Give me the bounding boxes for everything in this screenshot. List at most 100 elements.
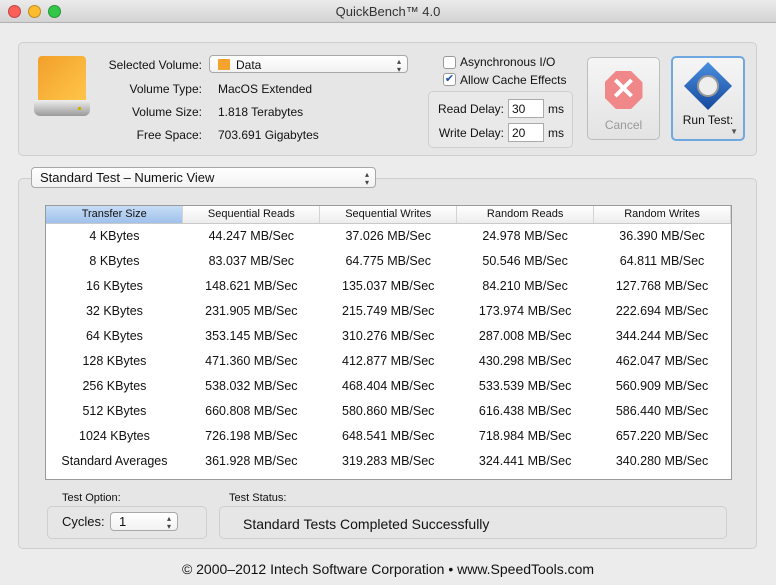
table-cell: 127.768 MB/Sec [615,278,709,293]
table-cell: 50.546 MB/Sec [482,253,568,268]
table-cell: 148.621 MB/Sec [205,278,298,293]
table-row[interactable]: 1024 KBytes 726.198 MB/Sec 648.541 MB/Sec 7… [46,423,731,448]
table-cell: 462.047 MB/Sec [615,353,709,368]
table-cell: 83.037 MB/Sec [208,253,295,268]
volume-type-label: Volume Type: [129,82,203,96]
table-cell: 8 KBytes [89,253,140,268]
volume-type-value: MacOS Extended [218,82,313,96]
write-delay-unit: ms [548,126,564,140]
zoom-button[interactable] [48,5,61,18]
table-cell: Standard Averages [61,453,168,468]
cycles-select[interactable]: 1 ▴ ▾ [110,512,178,531]
table-cell: 222.694 MB/Sec [615,303,709,318]
table-cell: 468.404 MB/Sec [342,378,435,393]
table-cell: 324.441 MB/Sec [478,453,572,468]
title-bar: QuickBench™ 4.0 [0,0,776,23]
updown-arrows-icon: ▴ ▾ [166,514,171,531]
close-button[interactable] [8,5,21,18]
table-cell: 1024 KBytes [79,428,150,443]
table-cell: 32 KBytes [85,303,143,318]
table-cell: 657.220 MB/Sec [615,428,709,443]
table-row[interactable]: 16 KBytes 148.621 MB/Sec 135.037 MB/Sec 84.… [46,273,731,298]
column-header[interactable]: Transfer Size [46,206,184,224]
async-io-checkbox[interactable] [443,56,456,69]
table-cell: 471.360 MB/Sec [205,353,298,368]
read-delay-unit: ms [548,102,564,116]
table-cell: 648.541 MB/Sec [342,428,435,443]
table-cell: 361.928 MB/Sec [205,453,298,468]
volume-size-value: 1.818 Terabytes [218,105,304,119]
table-cell: 231.905 MB/Sec [205,303,298,318]
minimize-button[interactable] [28,5,41,18]
table-cell: 340.280 MB/Sec [615,453,709,468]
column-header[interactable]: Random Writes [593,206,731,224]
drive-icon [34,56,90,118]
volume-select[interactable]: Data ▴ ▾ [209,55,408,74]
volume-select-value: Data [236,58,262,72]
table-cell: 538.032 MB/Sec [205,378,298,393]
results-table: Transfer Size Sequential Reads Sequential … [45,205,732,480]
table-cell: 353.145 MB/Sec [205,328,298,343]
table-row[interactable]: 128 KBytes 471.360 MB/Sec 412.877 MB/Sec 43… [46,348,731,373]
cache-effects-label: Allow Cache Effects [460,73,567,87]
table-row[interactable]: 8 KBytes 83.037 MB/Sec 64.775 MB/Sec 50.546… [46,248,731,273]
table-cell: 660.808 MB/Sec [205,403,298,418]
volume-size-label: Volume Size: [131,105,202,119]
table-cell: 215.749 MB/Sec [342,303,435,318]
table-row[interactable]: 32 KBytes 231.905 MB/Sec 215.749 MB/Sec 173… [46,298,731,323]
table-cell: 512 KBytes [82,403,147,418]
table-cell: 412.877 MB/Sec [342,353,435,368]
updown-arrows-icon: ▴ ▾ [364,170,369,187]
updown-arrows-icon: ▴ ▾ [396,57,401,74]
column-header[interactable]: Sequential Writes [319,206,458,224]
test-status-text: Standard Tests Completed Successfully [243,516,490,532]
volume-icon [218,59,230,70]
table-cell: 64.811 MB/Sec [619,253,705,268]
table-cell: 256 KBytes [82,378,147,393]
table-row[interactable]: 512 KBytes 660.808 MB/Sec 580.860 MB/Sec 61… [46,398,731,423]
table-cell: 84.210 MB/Sec [482,278,568,293]
table-cell: 24.978 MB/Sec [482,228,568,243]
table-cell: 726.198 MB/Sec [205,428,298,443]
cache-effects-checkbox[interactable]: ✔ [443,73,456,86]
run-test-label: Run Test: [682,113,734,127]
free-space-value: 703.691 Gigabytes [218,128,319,142]
table-cell: 560.909 MB/Sec [615,378,709,393]
footer-copyright: © 2000–2012 Intech Software Corporation … [181,561,595,577]
table-row[interactable]: Standard Averages 361.928 MB/Sec 319.283 M… [46,448,731,473]
table-row[interactable]: 256 KBytes 538.032 MB/Sec 468.404 MB/Sec 53… [46,373,731,398]
table-row[interactable]: 4 KBytes 44.247 MB/Sec 37.026 MB/Sec 24.978… [46,223,731,248]
cancel-button[interactable]: ✕ Cancel [587,57,660,140]
view-select-value: Standard Test – Numeric View [40,170,215,185]
table-cell: 44.247 MB/Sec [208,228,295,243]
column-header[interactable]: Random Reads [456,206,595,224]
cycles-value: 1 [119,514,127,529]
dropdown-arrow-icon: ▼ [730,127,738,136]
table-cell: 173.974 MB/Sec [478,303,572,318]
window-title: QuickBench™ 4.0 [335,4,441,19]
cycles-label: Cycles: [62,514,105,529]
column-header[interactable]: Sequential Reads [182,206,321,224]
stopwatch-icon [683,61,733,111]
table-cell: 430.298 MB/Sec [478,353,572,368]
table-cell: 128 KBytes [82,353,147,368]
table-row[interactable]: 64 KBytes 353.145 MB/Sec 310.276 MB/Sec 287… [46,323,731,348]
cancel-label: Cancel [604,118,643,132]
free-space-label: Free Space: [136,128,202,142]
write-delay-input[interactable]: 20 [508,123,544,142]
table-cell: 586.440 MB/Sec [615,403,709,418]
write-delay-label: Write Delay: [438,126,504,140]
selected-volume-label: Selected Volume: [108,58,202,72]
table-cell: 319.283 MB/Sec [342,453,435,468]
table-cell: 64.775 MB/Sec [345,253,431,268]
table-cell: 64 KBytes [85,328,143,343]
table-cell: 16 KBytes [85,278,143,293]
read-delay-input[interactable]: 30 [508,99,544,118]
view-select[interactable]: Standard Test – Numeric View ▴ ▾ [31,167,376,188]
table-cell: 4 KBytes [89,228,140,243]
run-test-button[interactable]: Run Test: ▼ [671,56,745,141]
table-cell: 344.244 MB/Sec [615,328,709,343]
table-cell: 718.984 MB/Sec [478,428,572,443]
stop-icon: ✕ [604,71,643,109]
test-option-label: Test Option: [62,492,121,504]
